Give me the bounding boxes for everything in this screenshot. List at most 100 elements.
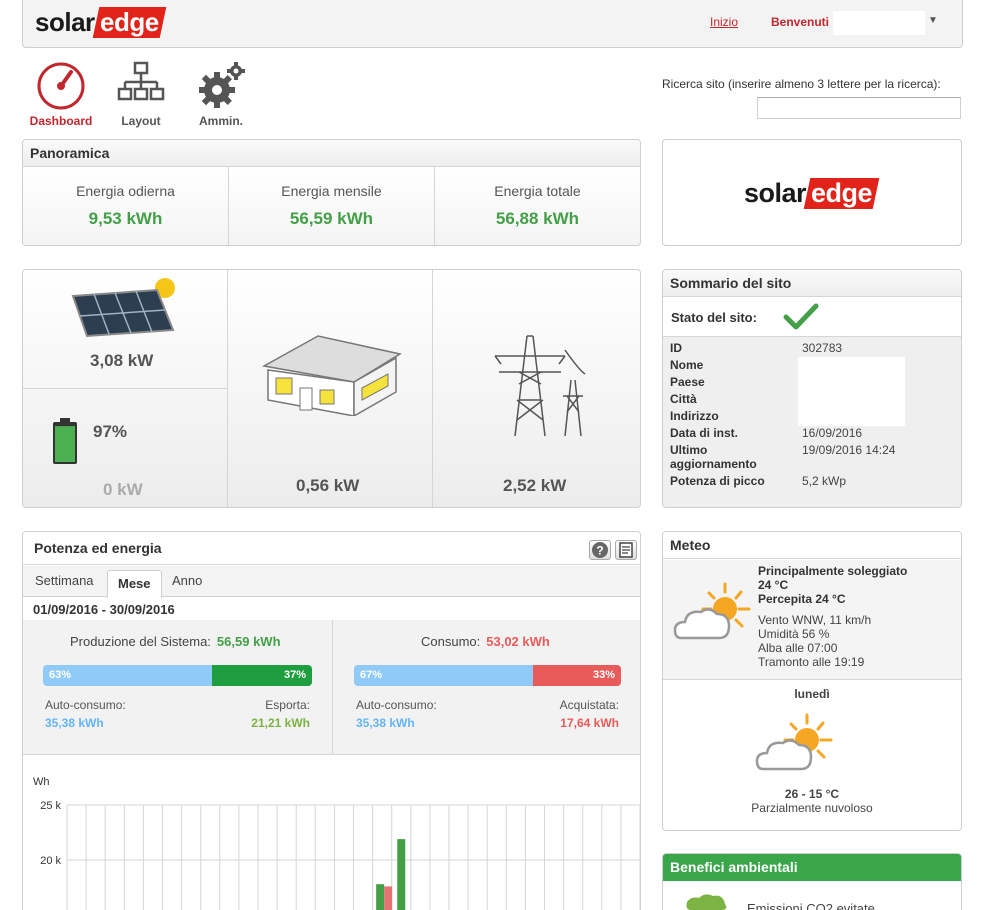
weather-sunset: Tramonto alle 19:19 [758, 655, 865, 669]
summary-key: Data di inst. [670, 426, 739, 440]
production-export-value: 21,21 kWh [251, 716, 310, 730]
status-ok-check-icon [783, 303, 819, 330]
consumption-title: Consumo: 53,02 kWh [421, 634, 550, 649]
summary-key: Paese [670, 375, 705, 389]
logo-edge-text: edge [99, 7, 159, 37]
welcome-label: Benvenuti [771, 15, 830, 29]
large-logo-solar: solar [744, 178, 807, 208]
dashboard-gauge-icon [37, 62, 85, 110]
forecast-day: lunedì [794, 687, 830, 701]
summary-row-id: ID 302783 [670, 341, 961, 358]
energy-today-value: 9,53 kWh [88, 209, 163, 228]
redacted-site-info-box [798, 357, 905, 426]
summary-value: 5,2 kWp [802, 474, 847, 488]
energy-today-cell: Energia odierna 9,53 kWh [23, 167, 229, 245]
forecast-partly-cloudy-icon [755, 713, 833, 771]
summary-row-peak-power: Potenza di picco 5,2 kWp [670, 474, 961, 491]
grid-column: 2,52 kW [433, 270, 640, 507]
consumption-split-bar: 67% 33% [354, 665, 621, 686]
production-split-bar: 63% 37% [43, 665, 312, 686]
nav-admin[interactable]: Ammin. [181, 60, 261, 128]
nav-dashboard[interactable]: Dashboard [21, 60, 101, 128]
chart-bar [397, 839, 406, 910]
brand-logo-panel: solar edge [662, 139, 962, 246]
export-report-button[interactable] [615, 540, 637, 560]
battery-level-value: 97% [93, 422, 128, 441]
forecast-temp-range: 26 - 15 °C [784, 787, 840, 801]
consumption-self-segment: 67% [354, 665, 533, 686]
chart-bar [384, 886, 393, 910]
document-icon [619, 542, 633, 558]
production-self-value: 35,38 kWh [45, 716, 104, 730]
energy-month-value: 56,59 kWh [289, 209, 374, 228]
consumption-power-value: 0,56 kW [296, 476, 360, 495]
production-label: Produzione del Sistema: [70, 634, 211, 649]
summary-key: Ultimo aggiornamento [670, 443, 757, 471]
site-search-input[interactable] [757, 97, 961, 119]
energy-total-label: Energia totale [494, 183, 581, 199]
tab-week[interactable]: Settimana [35, 573, 94, 588]
production-title: Produzione del Sistema: 56,59 kWh [70, 634, 281, 649]
tab-month[interactable]: Mese [107, 570, 162, 598]
weather-today: Principalmente soleggiato 24 °C Percepit… [663, 560, 961, 680]
production-export-segment: 37% [212, 665, 312, 686]
production-value: 56,59 kWh [216, 634, 281, 649]
weather-condition: Principalmente soleggiato [758, 564, 908, 578]
forecast-condition: Parzialmente nuvoloso [751, 801, 873, 815]
summary-key: Nome [670, 358, 704, 372]
power-energy-title: Potenza ed energia [23, 532, 640, 565]
admin-gears-icon [199, 62, 245, 108]
consumption-column: 0,56 kW [228, 270, 433, 507]
weather-temp: 24 °C [758, 578, 789, 592]
solaredge-logo[interactable]: solar edge [35, 7, 166, 38]
consumption-import-value: 17,64 kWh [560, 716, 619, 730]
summary-row-last-update: Ultimo aggiornamento 19/09/2016 14:24 [670, 443, 961, 474]
partly-sunny-icon [673, 582, 751, 640]
tab-year[interactable]: Anno [172, 573, 202, 588]
top-header: solar edge Inizio Benvenuti ▼ [22, 0, 963, 48]
consumption-import-label: Acquistata: [559, 698, 619, 712]
site-summary-title: Sommario del sito [663, 270, 961, 297]
consumption-self-value: 35,38 kWh [356, 716, 415, 730]
power-flow-panel: 3,08 kW 97% 0 kW 0,56 kW 2,52 kW [22, 269, 641, 508]
help-icon: ? [592, 542, 608, 558]
battery-fill [55, 426, 75, 462]
consumption-box: Consumo: 53,02 kWh 67% 33% Auto-consumo: … [333, 620, 640, 754]
search-label: Ricerca sito (inserire almeno 3 lettere … [662, 77, 941, 91]
summary-row-install-date: Data di inst. 16/09/2016 [670, 426, 961, 443]
summary-value: 19/09/2016 14:24 [802, 443, 896, 457]
chart-y-tick-label: 25 k [40, 800, 61, 812]
overview-title: Panoramica [23, 140, 640, 167]
weather-wind: Vento WNW, 11 km/h [758, 613, 872, 627]
nav-layout[interactable]: Layout [101, 60, 181, 128]
energy-today-label: Energia odierna [76, 183, 175, 199]
nav-dashboard-label: Dashboard [29, 114, 93, 128]
chart-y-tick-label: 20 k [40, 855, 61, 867]
weather-forecast: lunedì 26 - 15 °C Parzialmente nuvoloso [663, 681, 961, 830]
period-tabs: Settimana Mese Anno [23, 566, 640, 598]
production-box: Produzione del Sistema: 56,59 kWh 63% 37%… [23, 620, 333, 754]
battery-icon [53, 418, 77, 464]
overview-panel: Panoramica Energia odierna 9,53 kWh Ener… [22, 139, 641, 246]
help-button[interactable]: ? [589, 540, 611, 560]
production-self-segment: 63% [43, 665, 213, 686]
consumption-label: Consumo: [421, 634, 481, 649]
layout-tree-icon [117, 61, 165, 101]
energy-chart: Wh 25 k 20 k [23, 754, 640, 910]
co2-cloud-icon [686, 894, 727, 910]
consumption-import-segment: 33% [532, 665, 621, 686]
weather-feels-like: Percepita 24 °C [758, 592, 846, 606]
grid-power-value: 2,52 kW [503, 476, 567, 495]
energy-total-cell: Energia totale 56,88 kWh [435, 167, 640, 245]
user-name-box[interactable] [833, 11, 925, 35]
logo-solar-text: solar [35, 7, 95, 37]
power-energy-panel: Potenza ed energia ? Settimana Mese Anno… [22, 531, 641, 910]
user-menu-caret-icon[interactable]: ▼ [928, 15, 938, 26]
weather-humidity: Umidità 56 % [758, 627, 830, 641]
power-grid-tower-icon [494, 335, 586, 437]
home-link[interactable]: Inizio [710, 15, 738, 29]
energy-month-cell: Energia mensile 56,59 kWh [229, 167, 435, 245]
pv-battery-divider [23, 388, 228, 389]
consumption-value: 53,02 kWh [486, 634, 550, 649]
site-status-row: Stato del sito: [663, 297, 961, 337]
